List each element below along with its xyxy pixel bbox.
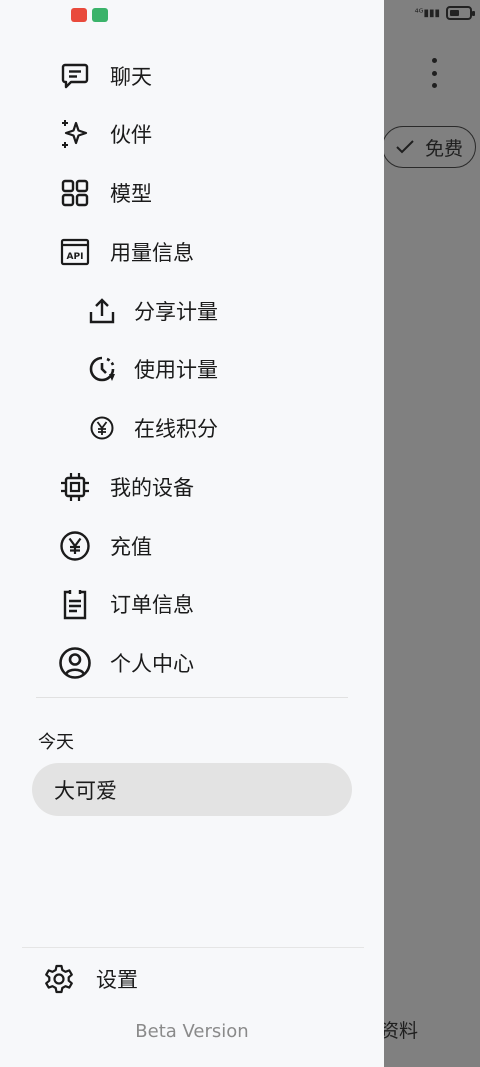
navigation-drawer: 聊天 伙伴 模型 API 用量信息 分享计量 使用计量 在线积分 我的设备 充值… (0, 0, 384, 1067)
share-upload-icon (85, 294, 119, 328)
nav-item-model[interactable]: 模型 (0, 165, 384, 221)
settings-label: 设置 (96, 968, 138, 992)
nav-item-partner[interactable]: 伙伴 (0, 106, 384, 162)
yen-circle-icon (58, 529, 92, 563)
check-icon (396, 140, 414, 154)
battery-icon (446, 6, 475, 20)
chip-icon (58, 470, 92, 504)
account-icon (58, 646, 92, 680)
nav-item-usage-metering[interactable]: 使用计量 (0, 341, 384, 397)
nav-item-recharge[interactable]: 充值 (0, 518, 384, 574)
history-section-label: 今天 (38, 732, 74, 753)
nav-item-label: 充值 (110, 535, 152, 559)
nav-item-label: 在线积分 (134, 417, 218, 441)
yen-coin-icon (85, 411, 119, 445)
nav-item-label: 用量信息 (110, 241, 194, 265)
history-item[interactable]: 大可爱 (32, 763, 352, 816)
nav-item-share-metering[interactable]: 分享计量 (0, 283, 384, 339)
nav-item-label: 个人中心 (110, 652, 194, 676)
history-item-label: 大可爱 (54, 778, 117, 803)
nav-item-label: 模型 (110, 182, 152, 206)
nav-item-order-info[interactable]: 订单信息 (0, 576, 384, 632)
nav-item-label: 分享计量 (134, 300, 218, 324)
bottom-divider (22, 947, 364, 948)
nav-item-my-devices[interactable]: 我的设备 (0, 459, 384, 515)
nav-item-label: 使用计量 (134, 358, 218, 382)
chat-icon (58, 59, 92, 93)
version-label: Beta Version (135, 1021, 249, 1042)
svg-text:API: API (67, 252, 84, 262)
nav-item-label: 伙伴 (110, 123, 152, 147)
nav-item-chat[interactable]: 聊天 (0, 48, 384, 104)
notification-app-icon (92, 8, 108, 22)
nav-item-label: 聊天 (110, 65, 152, 89)
status-bar-left (71, 8, 108, 22)
sparkle-icon (58, 117, 92, 151)
api-icon: API (58, 235, 92, 269)
signal-icon: ⁴ᴳ▮▮▮ (414, 7, 440, 19)
nav-item-online-points[interactable]: 在线积分 (0, 400, 384, 456)
settings-button[interactable]: 设置 (0, 950, 384, 1008)
clipboard-icon (58, 587, 92, 621)
background-text: 资料 (380, 1020, 419, 1042)
notification-app-icon (71, 8, 87, 22)
nav-item-label: 订单信息 (110, 593, 194, 617)
nav-item-usage-info[interactable]: API 用量信息 (0, 224, 384, 280)
grid-icon (58, 176, 92, 210)
status-bar-right: ⁴ᴳ▮▮▮ (414, 6, 475, 20)
gear-icon (42, 962, 76, 996)
history-clock-icon (85, 352, 119, 386)
drawer-divider (36, 697, 348, 698)
free-chip: 免费 (382, 126, 476, 168)
nav-item-personal-center[interactable]: 个人中心 (0, 635, 384, 691)
nav-item-label: 我的设备 (110, 476, 194, 500)
more-options-icon (424, 58, 444, 88)
free-chip-label: 免费 (425, 137, 464, 160)
